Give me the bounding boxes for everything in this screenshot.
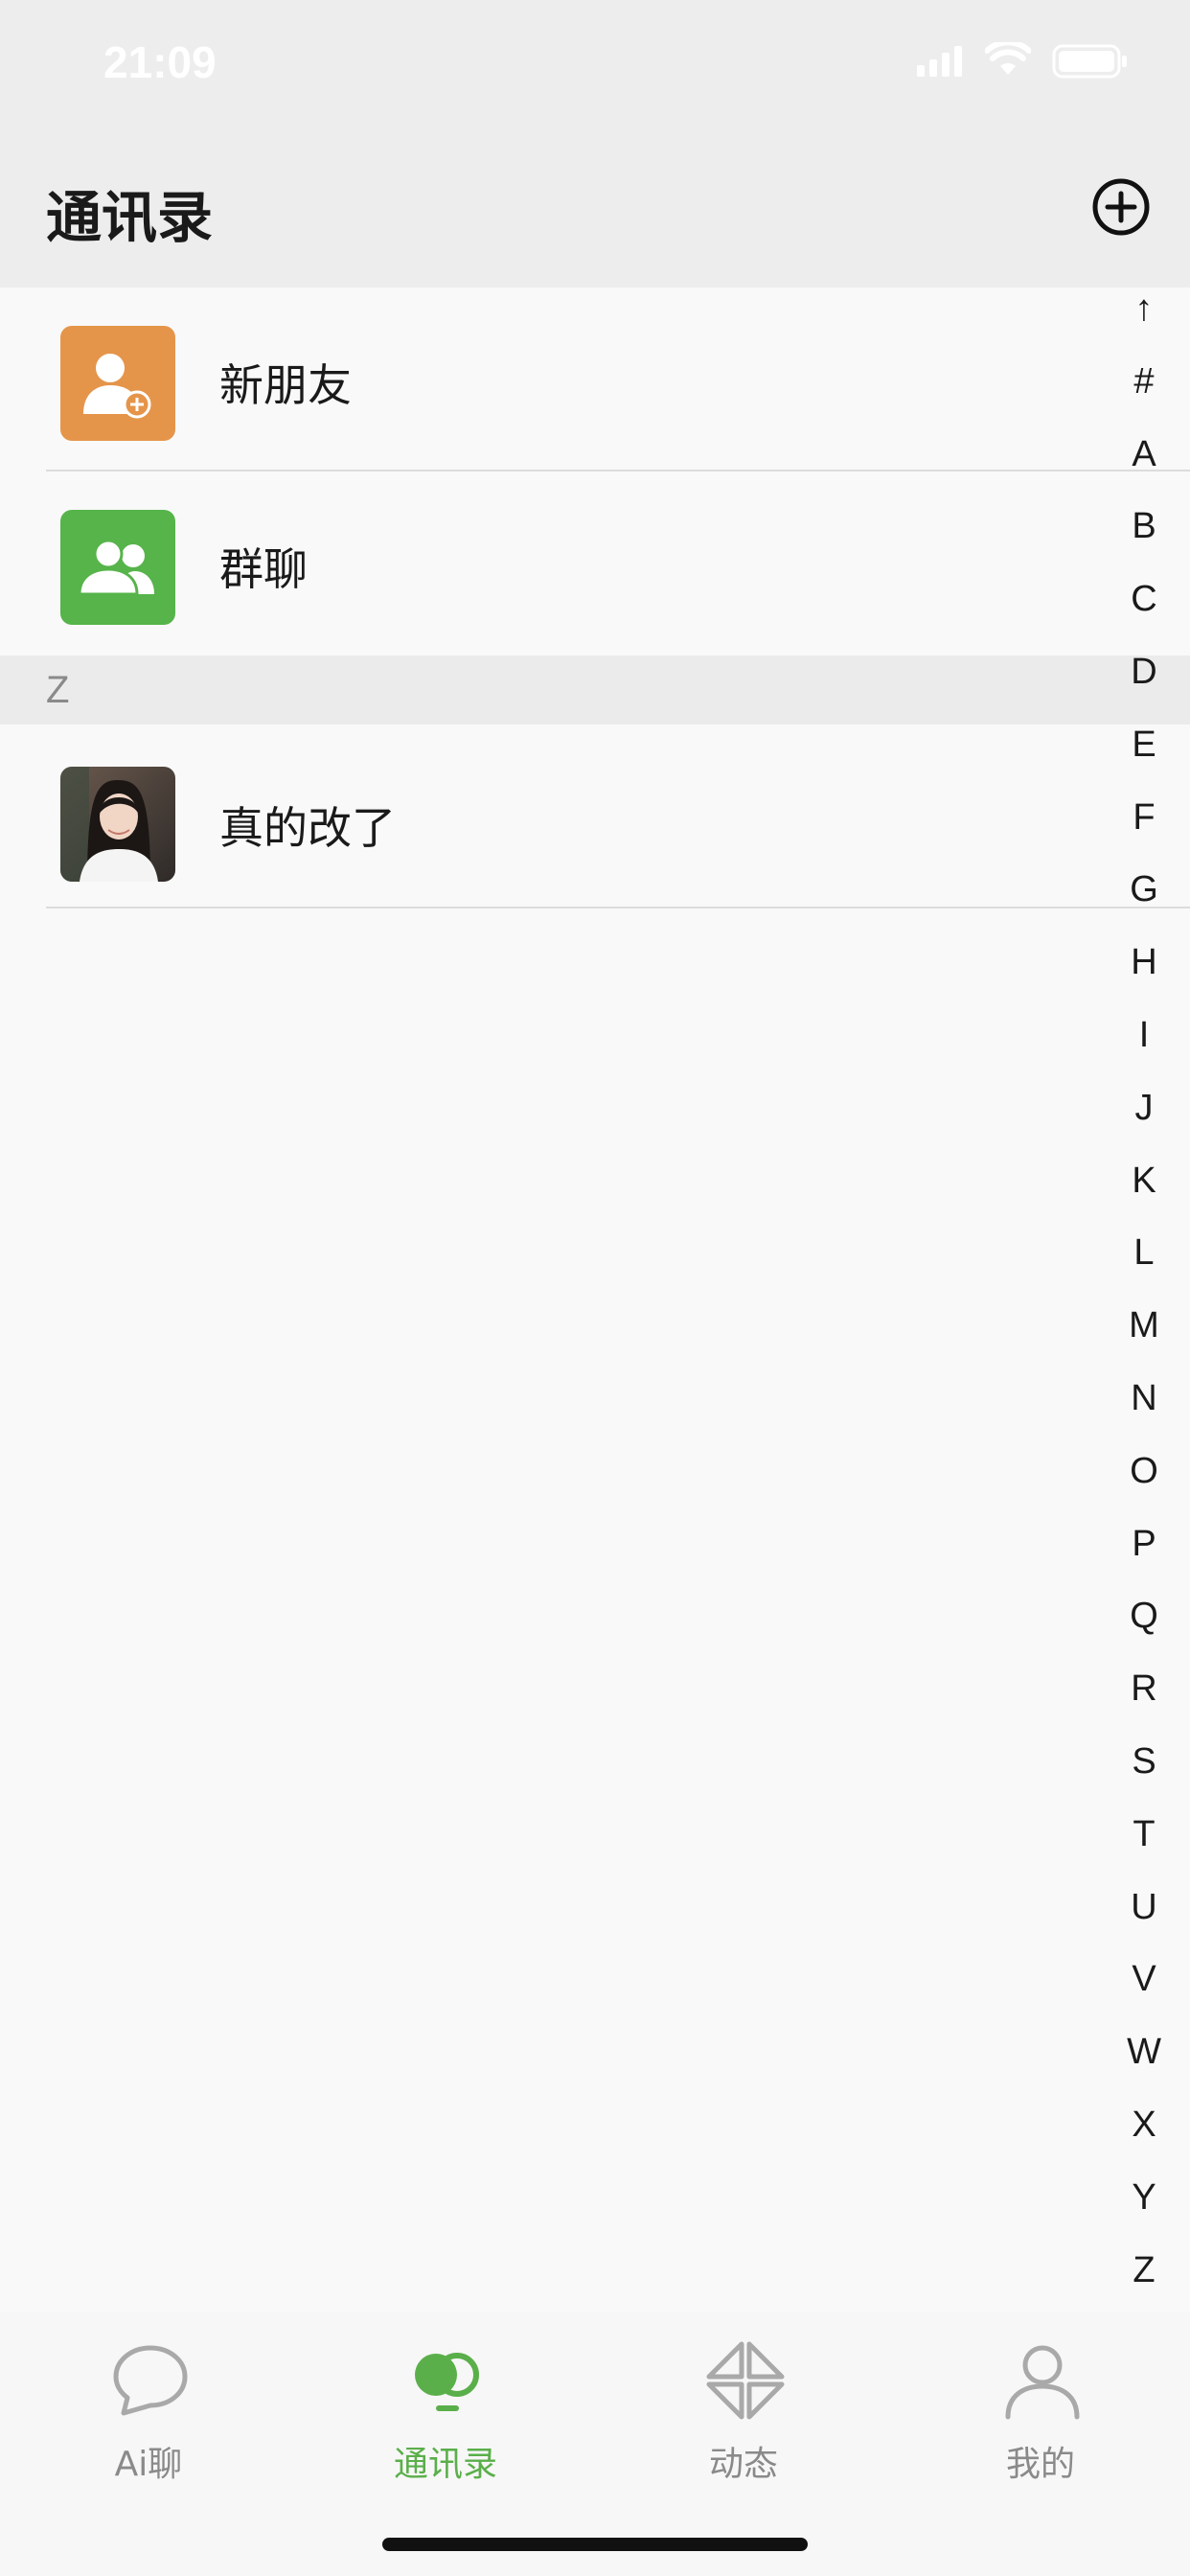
index-h[interactable]: H [1113,941,1175,983]
index-y[interactable]: Y [1113,2176,1175,2219]
index-j[interactable]: J [1113,1087,1175,1129]
new-friends-label: 新朋友 [219,359,352,411]
index-m[interactable]: M [1113,1304,1175,1346]
tab-profile[interactable]: 我的 [945,2340,1136,2503]
tab-label: 动态 [708,2445,778,2484]
profile-icon [1005,2345,1080,2420]
section-letter: Z [46,669,70,711]
tab-contacts[interactable]: 通讯录 [350,2340,541,2503]
signal-icon [917,46,962,77]
index-n[interactable]: N [1113,1377,1175,1419]
tab-bar: Ai聊 通讯录 动态 我的 [0,2312,1190,2576]
index-d[interactable]: D [1113,651,1175,693]
plus-circle-icon[interactable] [1090,176,1152,238]
index-l[interactable]: L [1113,1231,1175,1274]
index-c[interactable]: C [1113,578,1175,620]
contact-name: 真的改了 [219,802,396,854]
tab-label: Ai聊 [114,2445,183,2484]
moments-icon [706,2341,785,2420]
status-time: 21:09 [103,37,217,87]
index-p[interactable]: P [1113,1523,1175,1565]
avatar [60,767,175,882]
wifi-icon [985,42,1031,75]
tab-label: 我的 [1005,2445,1075,2484]
status-bar: 21:09 [0,0,1190,144]
group-chat-item[interactable]: 群聊 [0,472,1190,656]
index-w[interactable]: W [1113,2031,1175,2073]
index-a[interactable]: A [1113,433,1175,475]
index-up[interactable]: ↑ [1113,288,1175,330]
index-o[interactable]: O [1113,1450,1175,1492]
index-hash[interactable]: # [1113,360,1175,402]
add-friend-icon [60,326,175,441]
index-u[interactable]: U [1113,1886,1175,1928]
index-b[interactable]: B [1113,505,1175,547]
contacts-icon [415,2353,479,2411]
index-k[interactable]: K [1113,1160,1175,1202]
index-z[interactable]: Z [1113,2249,1175,2291]
group-chat-label: 群聊 [219,543,308,595]
index-g[interactable]: G [1113,868,1175,910]
index-x[interactable]: X [1113,2104,1175,2146]
chat-bubble-icon [113,2345,188,2416]
index-q[interactable]: Q [1113,1595,1175,1637]
index-v[interactable]: V [1113,1958,1175,2000]
tab-label: 通讯录 [393,2445,497,2484]
nav-header: 通讯录 [0,144,1190,288]
index-f[interactable]: F [1113,796,1175,839]
index-t[interactable]: T [1113,1813,1175,1855]
new-friends-item[interactable]: 新朋友 [0,288,1190,472]
home-indicator [382,2538,808,2551]
contact-list: 新朋友 群聊 Z 真的改了 [0,288,1190,908]
divider [46,907,1190,908]
index-r[interactable]: R [1113,1668,1175,1710]
battery-icon [1052,44,1127,79]
group-chat-icon [60,510,175,625]
index-e[interactable]: E [1113,724,1175,766]
contact-item[interactable]: 真的改了 [0,724,1190,908]
index-i[interactable]: I [1113,1014,1175,1056]
page-title: 通讯录 [46,185,214,250]
tab-ai-chat[interactable]: Ai聊 [53,2340,244,2503]
section-header: Z [0,656,1190,724]
index-s[interactable]: S [1113,1740,1175,1782]
tab-moments[interactable]: 动态 [648,2340,839,2503]
